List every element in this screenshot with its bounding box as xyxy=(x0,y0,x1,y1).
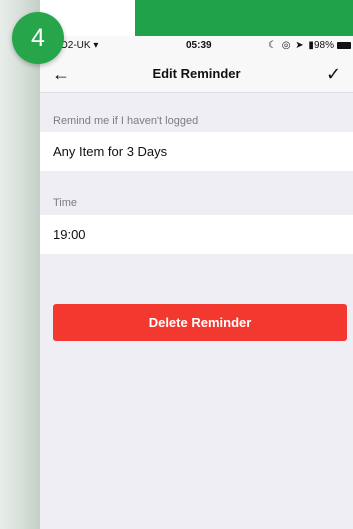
status-icons: ☾ ◎ ➤ ▮ xyxy=(268,40,315,51)
step-number-badge: 4 xyxy=(12,12,64,64)
header-background xyxy=(135,0,353,36)
status-bar: O2-UK ▾ 05:39 ☾ ◎ ➤ ▮ 98% xyxy=(40,36,353,56)
time-value: 19:00 xyxy=(53,227,86,242)
background-panel xyxy=(0,0,40,529)
time-section-label: Time xyxy=(53,197,78,209)
time-row[interactable]: 19:00 xyxy=(40,215,353,254)
carrier-label: O2-UK ▾ xyxy=(60,40,99,51)
remind-condition-value: Any Item for 3 Days xyxy=(53,144,168,159)
checkmark-icon[interactable]: ✓ xyxy=(326,62,348,86)
page-title: Edit Reminder xyxy=(152,66,241,81)
navigation-bar: ← Edit Reminder ✓ xyxy=(40,56,353,93)
battery-icon xyxy=(337,42,351,49)
remind-condition-row[interactable]: Any Item for 3 Days xyxy=(40,132,353,171)
status-time: 05:39 xyxy=(186,40,212,51)
remind-section-label: Remind me if I haven't logged xyxy=(53,115,199,127)
delete-reminder-button[interactable]: Delete Reminder xyxy=(53,304,347,341)
phone-screen: O2-UK ▾ 05:39 ☾ ◎ ➤ ▮ 98% ← Edit Reminde… xyxy=(40,36,353,529)
battery-percentage: 98% xyxy=(314,40,335,51)
